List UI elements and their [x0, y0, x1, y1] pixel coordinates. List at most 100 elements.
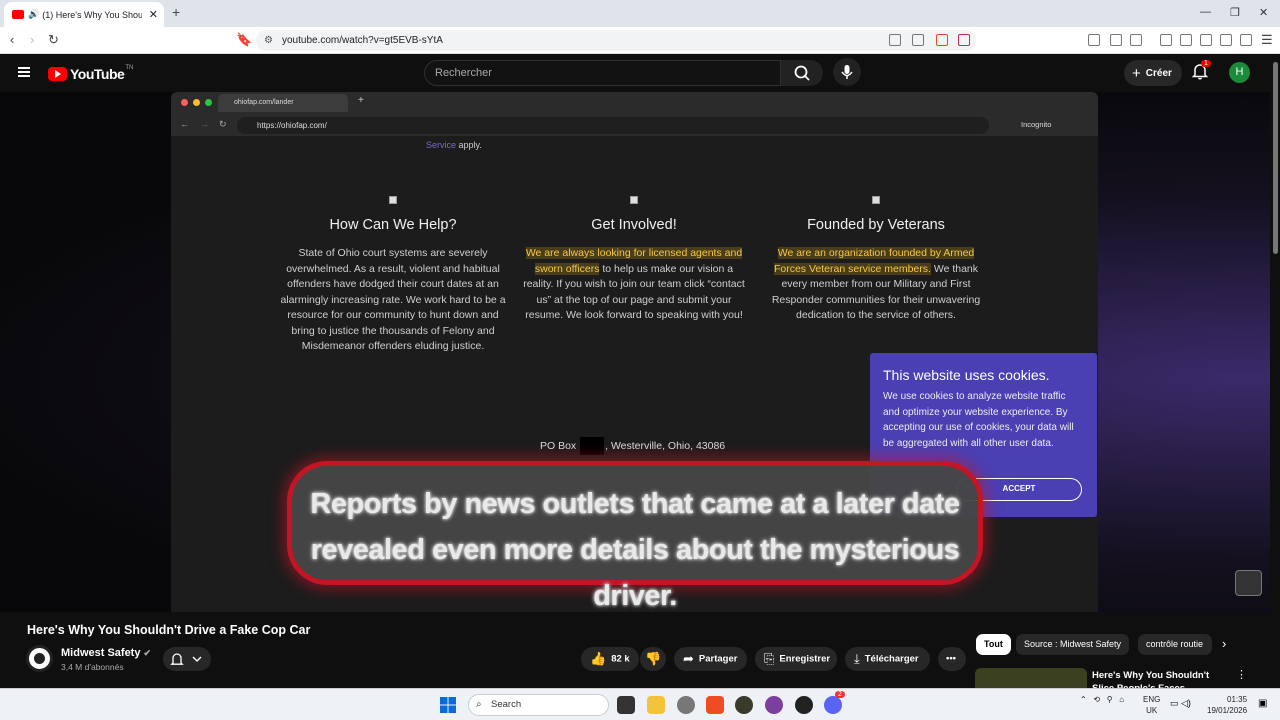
app-icon[interactable] [735, 696, 753, 714]
new-tab-button[interactable]: + [172, 4, 180, 20]
cookie-body: We use cookies to analyze website traffi… [883, 391, 1074, 449]
taskbar-search-label: Search [491, 699, 522, 710]
broken-image-icon [630, 196, 638, 204]
recommended-title[interactable]: Here's Why You Shouldn't Slice People's … [1092, 669, 1222, 688]
hamburger-menu-icon[interactable] [18, 67, 30, 77]
windows-taskbar: ⌕ Search 2 ⌃ ⟲ ⚲ ⌂ ENG UK ▭ ◁) 01:35 19/01… [0, 688, 1280, 720]
network-volume-icon[interactable]: ▭ ◁) [1170, 698, 1191, 709]
notifications-button[interactable]: 1 [1191, 60, 1211, 85]
create-button[interactable]: + Créer [1124, 60, 1182, 86]
system-clock[interactable]: 01:35 19/01/2026 [1207, 694, 1247, 716]
search-button[interactable] [781, 60, 823, 86]
video-inner-url: https://ohiofap.com/ [237, 117, 989, 134]
site-settings-icon[interactable]: ⚙ [264, 30, 273, 51]
address-bar-row: ‹ › ↻ 🔖 ⚙ youtube.com/watch?v=gt5EVB-sYt… [0, 27, 1280, 54]
subscribe-notifications-button[interactable] [163, 647, 211, 671]
settings-icon[interactable] [677, 696, 695, 714]
browser-tab[interactable]: 🔊 (1) Here's Why You Shouldn't ✕ [4, 2, 164, 27]
youtube-play-icon [48, 67, 67, 81]
vpn-icon[interactable] [1240, 34, 1252, 46]
browser-tab-bar: 🔊 (1) Here's Why You Shouldn't ✕ + — ❐ ✕ [0, 0, 1280, 27]
forward-icon[interactable]: › [30, 32, 34, 47]
wallet2-icon[interactable] [1200, 34, 1212, 46]
cast-icon[interactable] [889, 34, 901, 46]
account-avatar[interactable]: H [1229, 62, 1250, 83]
reload-icon[interactable]: ↻ [48, 32, 59, 48]
chip-all[interactable]: Tout [976, 634, 1011, 655]
recommended-thumbnail[interactable] [975, 668, 1087, 688]
page-scrollbar[interactable] [1270, 54, 1280, 688]
taskbar-search[interactable]: ⌕ Search [468, 694, 609, 716]
maximize-icon[interactable]: ❐ [1230, 6, 1240, 19]
service-snippet: Service apply. [426, 140, 482, 150]
minimize-icon[interactable]: — [1200, 6, 1211, 18]
inner-new-tab-icon: + [358, 95, 364, 106]
like-count: 82 k [611, 653, 630, 665]
inner-back-icon: ← [180, 119, 189, 129]
video-player[interactable]: ohiofap.com/lander + ← → ↻ https://ohiof… [0, 92, 1270, 612]
download-button[interactable]: ⤓ Télécharger [845, 647, 930, 671]
notification-center-icon[interactable]: ▣ [1258, 698, 1267, 709]
broken-image-icon [389, 196, 397, 204]
extension-icon[interactable] [1088, 34, 1100, 46]
bookmark-icon[interactable]: 🔖 [236, 32, 252, 48]
file-explorer-icon[interactable] [647, 696, 665, 714]
chip-controle[interactable]: contrôle routie [1138, 634, 1212, 655]
more-icon: ••• [946, 653, 956, 664]
column-title: Founded by Veterans [807, 217, 945, 233]
scrollbar-thumb[interactable] [1273, 62, 1278, 254]
column-title: Get Involved! [591, 217, 677, 233]
lang-bottom: UK [1146, 706, 1158, 715]
close-tab-icon[interactable]: ✕ [149, 8, 158, 21]
search-input[interactable]: Rechercher [424, 60, 781, 86]
channel-name[interactable]: Midwest Safety ✔ [61, 647, 151, 659]
windows-start-icon[interactable] [440, 697, 456, 713]
url-field[interactable]: ⚙ youtube.com/watch?v=gt5EVB-sYtA [256, 30, 976, 51]
system-tray[interactable]: ⌃ ⟲ ⚲ ⌂ [1080, 695, 1124, 704]
thumbs-up-icon: 👍 [590, 651, 607, 666]
subscriber-count: 3,4 M d'abonnés [61, 662, 124, 672]
chip-source[interactable]: Source : Midwest Safety [1016, 634, 1130, 655]
create-label: Créer [1145, 67, 1172, 79]
notification-badge: 1 [1201, 60, 1211, 67]
dislike-button[interactable]: 👎 [640, 647, 666, 671]
voice-search-button[interactable] [833, 58, 861, 86]
service-link: Service [426, 140, 457, 150]
brave-shield-icon[interactable] [936, 34, 948, 46]
column-body: State of Ohio court systems are severely… [280, 247, 506, 352]
back-icon[interactable]: ‹ [10, 32, 14, 47]
language-indicator[interactable]: ENG UK [1143, 694, 1160, 716]
browser-menu-icon[interactable]: ☰ [1261, 32, 1273, 48]
app2-icon[interactable] [765, 696, 783, 714]
speaker-icon[interactable]: 🔊 [28, 9, 39, 20]
inner-reload-icon: ↻ [219, 119, 227, 129]
channel-watermark-icon[interactable] [1235, 570, 1262, 596]
column-involved: Get Involved! We are always looking for … [519, 196, 749, 324]
wallet-icon[interactable] [1130, 34, 1142, 46]
column-title: How Can We Help? [329, 217, 457, 233]
share-button[interactable]: ➦ Partager [674, 647, 747, 671]
more-actions-button[interactable]: ••• [938, 647, 966, 671]
music-icon[interactable] [1160, 34, 1172, 46]
microphone-icon [841, 65, 853, 79]
channel-avatar[interactable] [26, 645, 53, 672]
brave-rewards-icon[interactable] [958, 34, 970, 46]
save-button[interactable]: ⎘ Enregistrer [755, 647, 837, 671]
youtube-logo[interactable]: YouTube TN [48, 65, 133, 82]
po-box-address: PO Box , Westerville, Ohio, 43086 [540, 437, 725, 455]
discord-icon[interactable]: 2 [824, 691, 845, 714]
task-view-icon[interactable] [617, 696, 635, 714]
close-window-icon[interactable]: ✕ [1259, 6, 1268, 19]
leo-icon[interactable] [1220, 34, 1232, 46]
sidebar-icon[interactable] [1180, 34, 1192, 46]
app3-icon[interactable] [795, 696, 813, 714]
column-help: How Can We Help? State of Ohio court sys… [278, 196, 508, 355]
share-icon[interactable] [912, 34, 924, 46]
translate-icon[interactable] [1110, 34, 1122, 46]
close-dot-icon [181, 99, 188, 106]
inner-forward-icon: → [200, 119, 209, 129]
like-button[interactable]: 👍 82 k [581, 647, 639, 671]
recommended-menu-icon[interactable]: ⋮ [1236, 668, 1247, 681]
brave-icon[interactable] [706, 696, 724, 714]
chips-next-icon[interactable]: › [1222, 636, 1226, 651]
